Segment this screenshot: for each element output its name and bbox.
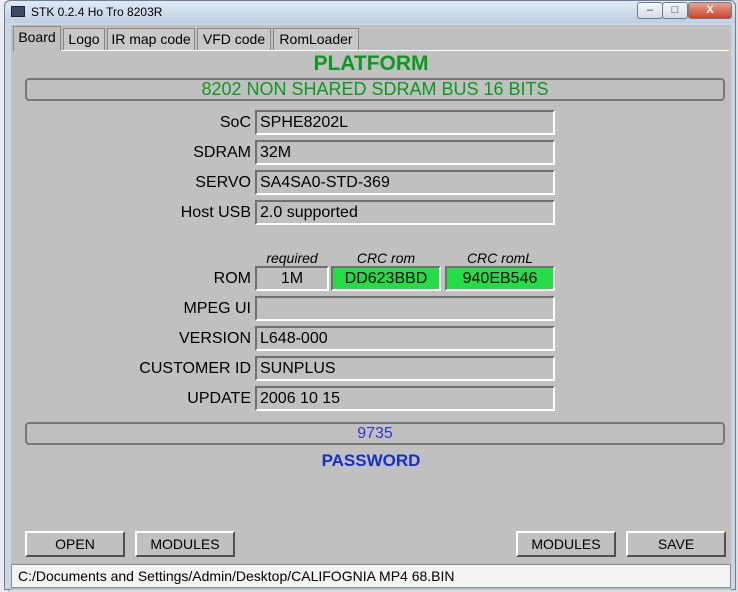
modules-left-button[interactable]: MODULES xyxy=(135,531,235,557)
soc-label: SoC xyxy=(219,114,251,131)
crc-rom-caption: CRC rom xyxy=(356,250,416,266)
version-label: VERSION xyxy=(178,330,251,347)
crc-roml-caption: CRC romL xyxy=(466,250,534,266)
window-title: STK 0.2.4 Ho Tro 8203R xyxy=(31,5,163,19)
minimize-button[interactable]: – xyxy=(637,2,663,19)
tab-ir-map-code[interactable]: IR map code xyxy=(107,28,195,50)
tab-vfd-code[interactable]: VFD code xyxy=(197,28,271,50)
modules-right-button[interactable]: MODULES xyxy=(516,531,616,557)
servo-field[interactable]: SA4SA0-STD-369 xyxy=(255,170,555,195)
tab-logo[interactable]: Logo xyxy=(63,28,105,50)
update-label: UPDATE xyxy=(187,390,251,407)
rom-required-caption: required xyxy=(266,250,318,266)
platform-heading: PLATFORM xyxy=(313,52,429,75)
version-field[interactable]: L648-000 xyxy=(255,326,555,351)
soc-field[interactable]: SPHE8202L xyxy=(255,110,555,135)
customer-id-label: CUSTOMER ID xyxy=(139,360,251,377)
crc-roml-field[interactable]: 940EB546 xyxy=(445,266,555,291)
client-area: Board Logo IR map code VFD code RomLoade… xyxy=(11,25,731,590)
crc-rom-field[interactable]: DD623BBD xyxy=(331,266,441,291)
password-label: PASSWORD xyxy=(321,451,421,470)
mpeg-ui-label: MPEG UI xyxy=(183,300,251,317)
mpeg-ui-field[interactable] xyxy=(255,296,555,321)
close-button[interactable]: X xyxy=(688,2,732,19)
app-icon xyxy=(11,6,25,17)
tab-romloader[interactable]: RomLoader xyxy=(273,28,359,50)
app-window: STK 0.2.4 Ho Tro 8203R – □ X Board Logo … xyxy=(4,0,736,590)
host-usb-label: Host USB xyxy=(180,204,251,221)
password-field[interactable]: 9735 xyxy=(25,422,725,445)
rom-required-field[interactable]: 1M xyxy=(255,266,329,291)
platform-description: 8202 NON SHARED SDRAM BUS 16 BITS xyxy=(25,78,725,101)
rom-label: ROM xyxy=(213,270,251,287)
sdram-label: SDRAM xyxy=(193,144,251,161)
servo-label: SERVO xyxy=(195,174,251,191)
title-bar[interactable]: STK 0.2.4 Ho Tro 8203R – □ X xyxy=(5,1,735,23)
tab-board[interactable]: Board xyxy=(13,26,61,51)
update-field[interactable]: 2006 10 15 xyxy=(255,386,555,411)
host-usb-field[interactable]: 2.0 supported xyxy=(255,200,555,225)
customer-id-field[interactable]: SUNPLUS xyxy=(255,356,555,381)
maximize-button[interactable]: □ xyxy=(662,2,688,19)
save-button[interactable]: SAVE xyxy=(626,531,726,557)
open-button[interactable]: OPEN xyxy=(25,531,125,557)
status-bar: C:/Documents and Settings/Admin/Desktop/… xyxy=(11,564,731,588)
sdram-field[interactable]: 32M xyxy=(255,140,555,165)
